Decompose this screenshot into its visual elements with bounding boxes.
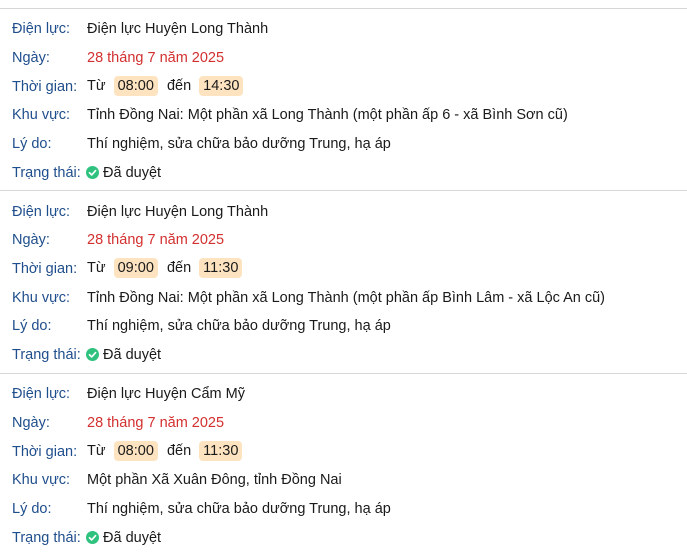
date-row: Ngày: 28 tháng 7 năm 2025: [0, 227, 687, 255]
time-value: Từ 09:00 đến 11:30: [87, 258, 243, 278]
outage-entry: Điện lực: Điện lực Huyện Cẩm Mỹ Ngày: 28…: [0, 373, 687, 556]
status-label: Trạng thái:: [12, 165, 81, 181]
area-row: Khu vực: Một phần Xã Xuân Đông, tỉnh Đồn…: [0, 467, 687, 495]
time-row: Thời gian: Từ 09:00 đến 11:30: [0, 256, 687, 284]
date-label: Ngày:: [12, 232, 50, 248]
outage-entry: Điện lực: Điện lực Huyện Long Thành Ngày…: [0, 8, 687, 191]
to-word: đến: [166, 78, 192, 94]
status-row: Trạng thái: Đã duyệt: [0, 525, 687, 553]
check-circle-icon: [86, 166, 99, 179]
time-row: Thời gian: Từ 08:00 đến 11:30: [0, 439, 687, 467]
time-value: Từ 08:00 đến 14:30: [87, 76, 244, 96]
reason-value: Thí nghiệm, sửa chữa bảo dưỡng Trung, hạ…: [87, 318, 391, 334]
date-row: Ngày: 28 tháng 7 năm 2025: [0, 410, 687, 438]
status-text: Đã duyệt: [103, 530, 162, 546]
time-label: Thời gian:: [12, 261, 78, 277]
time-label: Thời gian:: [12, 444, 78, 460]
provider-row: Điện lực: Điện lực Huyện Long Thành: [0, 199, 687, 227]
to-word: đến: [166, 260, 192, 276]
date-label: Ngày:: [12, 50, 50, 66]
status-text: Đã duyệt: [103, 165, 162, 181]
from-word: Từ: [87, 78, 106, 94]
date-value: 28 tháng 7 năm 2025: [87, 415, 225, 431]
reason-label: Lý do:: [12, 136, 52, 152]
entry-divider: [0, 8, 687, 9]
reason-value: Thí nghiệm, sửa chữa bảo dưỡng Trung, hạ…: [87, 136, 391, 152]
area-value: Tỉnh Đồng Nai: Một phần xã Long Thành (m…: [87, 290, 606, 306]
time-from-chip: 08:00: [113, 441, 158, 461]
from-word: Từ: [87, 443, 106, 459]
reason-row: Lý do: Thí nghiệm, sửa chữa bảo dưỡng Tr…: [0, 496, 687, 524]
provider-label: Điện lực:: [12, 21, 71, 37]
provider-value: Điện lực Huyện Long Thành: [87, 21, 269, 37]
time-to-chip: 11:30: [199, 258, 243, 278]
provider-row: Điện lực: Điện lực Huyện Cẩm Mỹ: [0, 381, 687, 409]
reason-row: Lý do: Thí nghiệm, sửa chữa bảo dưỡng Tr…: [0, 313, 687, 341]
status-label: Trạng thái:: [12, 530, 81, 546]
time-row: Thời gian: Từ 08:00 đến 14:30: [0, 74, 687, 102]
time-to-chip: 11:30: [199, 441, 243, 461]
date-value: 28 tháng 7 năm 2025: [87, 50, 225, 66]
to-word: đến: [166, 443, 192, 459]
reason-value: Thí nghiệm, sửa chữa bảo dưỡng Trung, hạ…: [87, 501, 391, 517]
reason-label: Lý do:: [12, 501, 52, 517]
from-word: Từ: [87, 260, 106, 276]
time-to-chip: 14:30: [199, 76, 244, 96]
status-value: Đã duyệt: [86, 165, 161, 181]
status-row: Trạng thái: Đã duyệt: [0, 160, 687, 188]
provider-value: Điện lực Huyện Cẩm Mỹ: [87, 386, 245, 402]
status-value: Đã duyệt: [86, 347, 161, 363]
entry-divider: [0, 190, 687, 191]
provider-label: Điện lực:: [12, 386, 71, 402]
status-label: Trạng thái:: [12, 347, 81, 363]
area-label: Khu vực:: [12, 107, 71, 123]
area-row: Khu vực: Tỉnh Đồng Nai: Một phần xã Long…: [0, 285, 687, 313]
area-value: Một phần Xã Xuân Đông, tỉnh Đồng Nai: [87, 472, 342, 488]
outage-entry: Điện lực: Điện lực Huyện Long Thành Ngày…: [0, 190, 687, 373]
date-value: 28 tháng 7 năm 2025: [87, 232, 225, 248]
time-from-chip: 08:00: [113, 76, 158, 96]
time-from-chip: 09:00: [113, 258, 158, 278]
status-text: Đã duyệt: [103, 347, 162, 363]
area-label: Khu vực:: [12, 472, 71, 488]
status-value: Đã duyệt: [86, 530, 161, 546]
reason-label: Lý do:: [12, 318, 52, 334]
check-circle-icon: [86, 531, 99, 544]
provider-value: Điện lực Huyện Long Thành: [87, 204, 269, 220]
check-circle-icon: [86, 348, 99, 361]
date-label: Ngày:: [12, 415, 50, 431]
area-label: Khu vực:: [12, 290, 71, 306]
entry-divider: [0, 373, 687, 374]
date-row: Ngày: 28 tháng 7 năm 2025: [0, 45, 687, 73]
status-row: Trạng thái: Đã duyệt: [0, 342, 687, 370]
reason-row: Lý do: Thí nghiệm, sửa chữa bảo dưỡng Tr…: [0, 131, 687, 159]
provider-row: Điện lực: Điện lực Huyện Long Thành: [0, 16, 687, 44]
time-value: Từ 08:00 đến 11:30: [87, 441, 243, 461]
time-label: Thời gian:: [12, 79, 78, 95]
area-value: Tỉnh Đồng Nai: Một phần xã Long Thành (m…: [87, 107, 568, 123]
provider-label: Điện lực:: [12, 204, 71, 220]
area-row: Khu vực: Tỉnh Đồng Nai: Một phần xã Long…: [0, 102, 687, 130]
